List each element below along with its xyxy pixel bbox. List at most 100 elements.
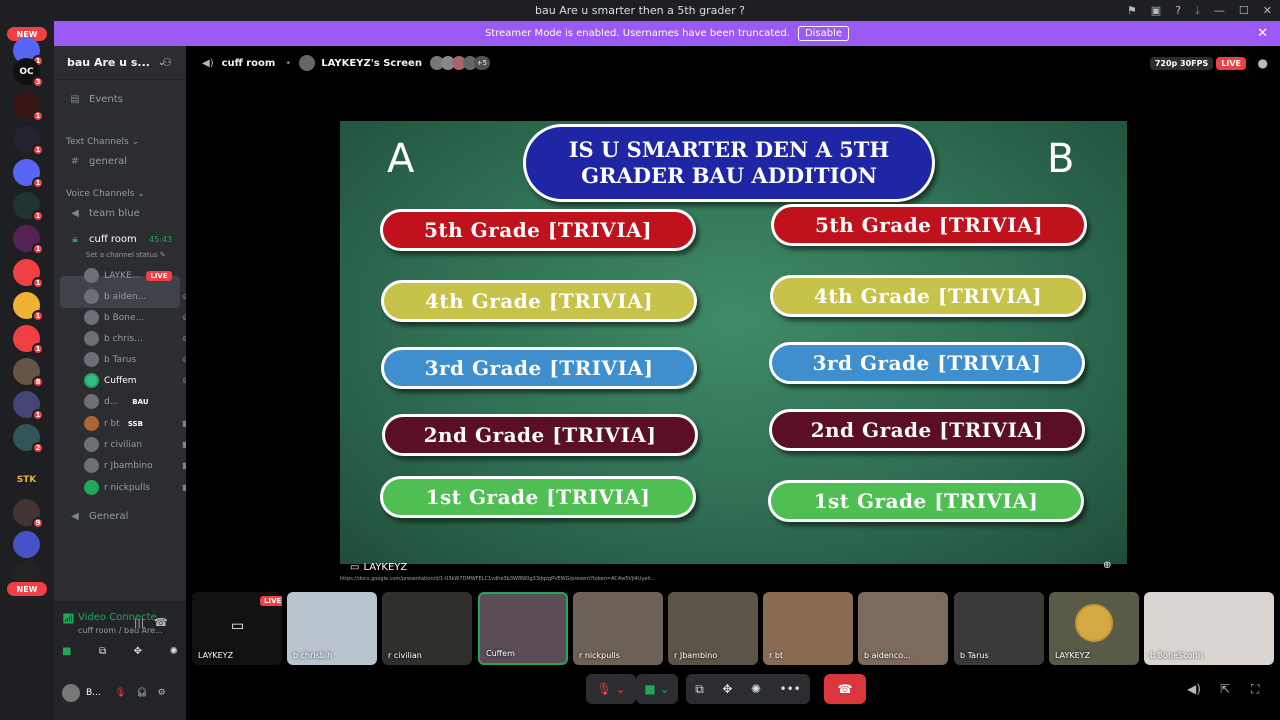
voice-channels-category[interactable]: Voice Channels ⌄ (66, 189, 145, 199)
add-member-icon[interactable]: ⚇ (162, 56, 172, 69)
participant-tile[interactable]: LIVE ▭ LAYKEYZ (192, 592, 282, 665)
server-icon[interactable] (13, 531, 40, 558)
left-5th-grade-button[interactable]: 5th Grade [TRIVIA] (380, 209, 696, 251)
soundboard-icon[interactable]: ✺ (170, 646, 178, 657)
server-icon[interactable]: 1 (13, 391, 44, 421)
discord-server-icon[interactable]: 1 (13, 292, 44, 322)
discord-server-icon[interactable]: 1 (13, 259, 44, 289)
chat-icon[interactable]: ● (1258, 56, 1268, 70)
left-4th-grade-button[interactable]: 4th Grade [TRIVIA] (381, 280, 697, 322)
voice-user[interactable]: LAYKE... LIVE (84, 268, 172, 283)
fullscreen-icon[interactable]: ⛶ (1251, 682, 1259, 697)
volume-icon[interactable]: ◀) (1187, 682, 1201, 696)
voice-user[interactable]: r civilian■ (84, 437, 190, 452)
activities-icon[interactable]: ✥ (722, 682, 732, 696)
mute-icon[interactable]: 🎙︎ (115, 688, 126, 698)
user-panel: B... 🎙︎ 🎧︎ ⚙ (62, 684, 178, 702)
discord-server-icon[interactable]: 1 (13, 325, 44, 355)
voice-user[interactable]: b Tarus⊘ ■ (84, 352, 199, 367)
soundboard-icon[interactable]: ✺ (751, 682, 761, 696)
left-3rd-grade-button[interactable]: 3rd Grade [TRIVIA] (381, 347, 697, 389)
participant-tile[interactable]: b aidenco... (858, 592, 948, 665)
server-icon[interactable]: 1 (13, 126, 44, 156)
server-icon[interactable]: 1 (13, 92, 44, 122)
left-1st-grade-button[interactable]: 1st Grade [TRIVIA] (380, 476, 696, 518)
voice-user[interactable]: r nickpulls■ (84, 480, 190, 495)
stk-server-icon[interactable]: STK (13, 466, 40, 493)
speaker-icon: ◀ (71, 511, 79, 522)
voice-user[interactable]: b Bone...⊘ ■ (84, 310, 199, 325)
participant-tile[interactable]: r bt (763, 592, 853, 665)
channel-general-voice[interactable]: ◀ General (67, 511, 128, 522)
participant-tile[interactable]: r nickpulls (573, 592, 663, 665)
viewer-avatars[interactable]: +5 (429, 56, 490, 70)
right-4th-grade-button[interactable]: 4th Grade [TRIVIA] (770, 275, 1086, 317)
leave-call-button[interactable]: ☎ (824, 674, 866, 704)
voice-user[interactable]: r btSSB■ (84, 416, 190, 431)
minimize-icon[interactable]: — (1214, 4, 1225, 17)
shared-screen[interactable]: A B IS U SMARTER DEN A 5TH GRADER BAU AD… (340, 121, 1127, 564)
participant-tile[interactable]: b chrisbih (287, 592, 377, 665)
server-icon[interactable]: 9 (13, 499, 44, 529)
server-header[interactable]: bau Are u s... ⌄ ⚇ (54, 46, 186, 80)
server-icon[interactable]: 1 (13, 225, 44, 255)
signal-icon: 📶︎ (62, 614, 75, 625)
participant-tile[interactable]: LAYKEYZ (1049, 592, 1139, 665)
avatar (84, 373, 99, 388)
disable-button[interactable]: Disable (797, 26, 850, 41)
new-pill-bottom[interactable]: NEW (7, 582, 47, 596)
events-item[interactable]: ▤ Events (67, 94, 123, 105)
screenshare-icon[interactable]: ⧉ (99, 646, 106, 657)
maximize-icon[interactable]: ☐ (1239, 4, 1249, 17)
zoom-icon[interactable]: ⊕ (1103, 560, 1111, 571)
popout-icon[interactable]: ⇱ (1220, 682, 1230, 696)
voice-user[interactable]: Cuffem⊘ ■ (84, 373, 199, 388)
help-icon[interactable]: ? (1175, 4, 1181, 17)
avatar (84, 268, 99, 283)
headphones-icon[interactable]: 🎧︎ (136, 688, 147, 698)
close-banner-icon[interactable]: ✕ (1257, 26, 1268, 41)
activities-icon[interactable]: ✥ (134, 646, 142, 657)
participant-tile[interactable]: b Tarus (954, 592, 1044, 665)
camera-icon[interactable]: ■ (62, 646, 71, 657)
avatar[interactable] (62, 684, 80, 702)
server-icon[interactable]: 8 (13, 358, 44, 388)
gear-icon[interactable]: ⚙ (158, 688, 166, 698)
screen-icon[interactable]: ▣ (1151, 4, 1161, 17)
camera-button[interactable]: ■ ⌄ (636, 674, 678, 704)
voice-user[interactable]: b aiden...⊘ ■ (84, 289, 199, 304)
server-icon[interactable]: 1 (13, 192, 44, 222)
speaker-icon: ◀) (202, 57, 214, 69)
voice-user[interactable]: b chris...⊘ ■ (84, 331, 199, 346)
voice-location[interactable]: cuff room / bau Are... (78, 626, 163, 635)
channel-team-blue[interactable]: ◀ team blue (67, 208, 140, 219)
discord-server-icon[interactable]: 1 (13, 159, 44, 189)
left-2nd-grade-button[interactable]: 2nd Grade [TRIVIA] (382, 414, 698, 456)
screen-title: LAYKEYZ's Screen (321, 57, 422, 69)
voice-user[interactable]: d... BAU (84, 394, 149, 409)
right-1st-grade-button[interactable]: 1st Grade [TRIVIA] (768, 480, 1084, 522)
close-window-icon[interactable]: ✕ (1263, 4, 1272, 17)
channel-cuff-room[interactable]: 🔒︎ cuff room 45:43 (67, 234, 172, 245)
participant-tile[interactable]: Cuffem (478, 592, 568, 665)
right-2nd-grade-button[interactable]: 2nd Grade [TRIVIA] (769, 409, 1085, 451)
set-channel-status[interactable]: Set a channel status ✎ (86, 251, 166, 259)
voice-user[interactable]: r Jbambino■ (84, 458, 190, 473)
server-icon[interactable]: 2 (13, 424, 44, 454)
participant-tile[interactable]: b BoneScorin (1144, 592, 1274, 665)
right-5th-grade-button[interactable]: 5th Grade [TRIVIA] (771, 204, 1087, 246)
noise-suppression-icon[interactable]: ||| (134, 618, 144, 629)
participant-tile[interactable]: r civilian (382, 592, 472, 665)
more-options-icon[interactable]: ••• (780, 682, 801, 696)
channel-general[interactable]: # general (67, 156, 127, 167)
download-icon[interactable]: ⤓ (1195, 4, 1200, 18)
mute-button[interactable]: 🎙︎ ⌄ (586, 674, 636, 704)
disconnect-icon[interactable]: ☎ (154, 616, 168, 629)
participant-tile[interactable]: r Jbambino (668, 592, 758, 665)
right-3rd-grade-button[interactable]: 3rd Grade [TRIVIA] (769, 342, 1085, 384)
text-channels-category[interactable]: Text Channels ⌄ (66, 137, 139, 147)
quality-badge: 720p 30FPS (1149, 56, 1214, 70)
inbox-icon[interactable]: ⚑ (1127, 4, 1137, 17)
screenshare-icon[interactable]: ⧉ (695, 682, 704, 697)
server-icon[interactable]: OC 3 (13, 58, 44, 88)
